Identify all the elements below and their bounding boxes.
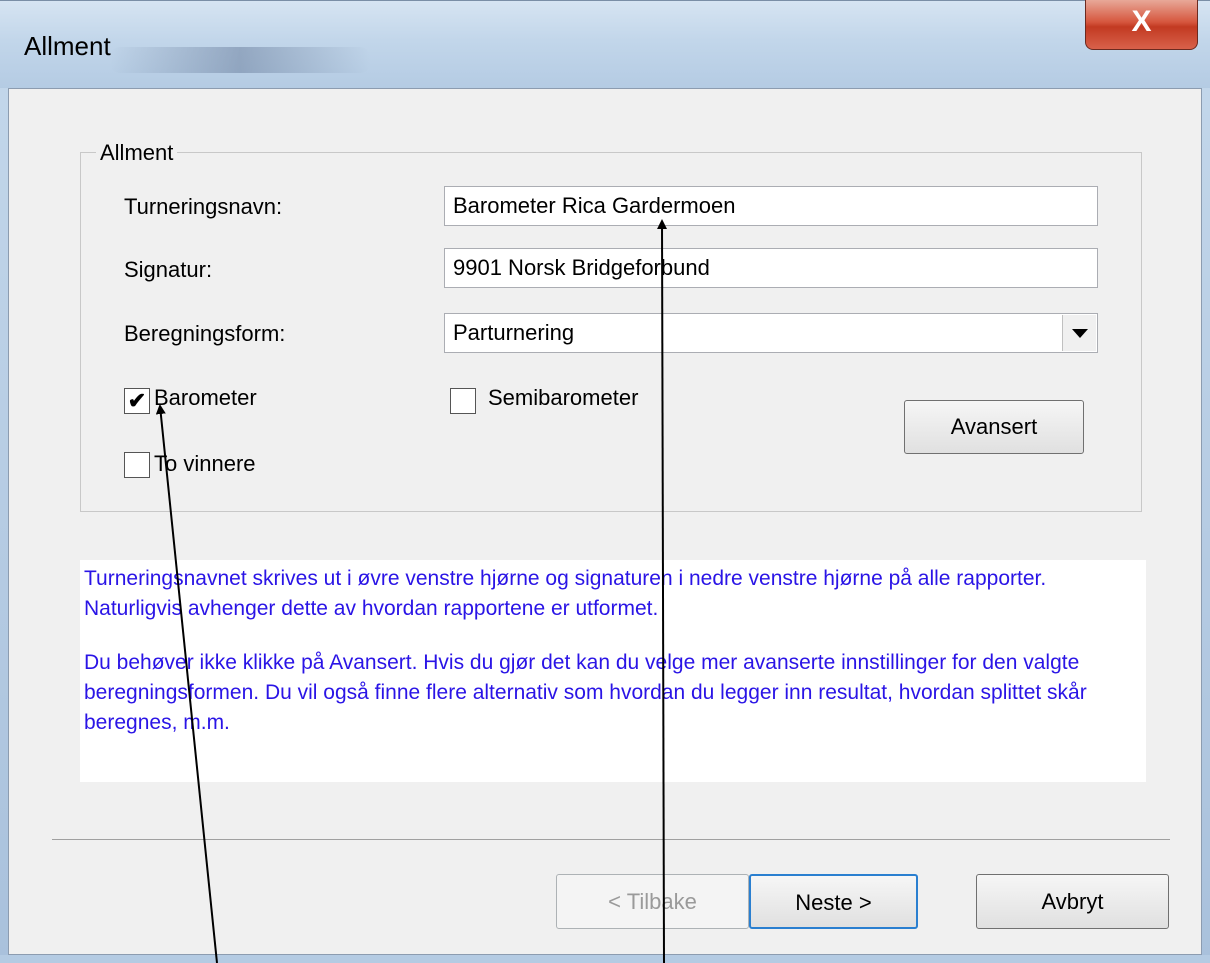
advanced-button[interactable]: Avansert: [904, 400, 1084, 454]
info-panel: Turneringsnavnet skrives ut i øvre venst…: [80, 560, 1146, 782]
signature-label: Signatur:: [124, 257, 213, 282]
barometer-checkbox[interactable]: ✔: [124, 388, 150, 414]
next-button[interactable]: Neste >: [749, 874, 918, 929]
barometer-label: Barometer: [154, 385, 257, 410]
window-title: Allment: [24, 31, 111, 61]
close-button[interactable]: X: [1085, 0, 1198, 50]
title-bar: Allment: [0, 0, 1210, 89]
two-winners-checkbox[interactable]: [124, 452, 150, 478]
calc-form-label: Beregningsform:: [124, 321, 286, 346]
semibarometer-checkbox[interactable]: [450, 388, 476, 414]
info-paragraph-2: Du behøver ikke klikke på Avansert. Hvis…: [84, 651, 1087, 734]
window-border-bottom: [0, 955, 1210, 963]
two-winners-label: To vinnere: [154, 451, 256, 476]
dialog-window: Allment X Allment Turneringsnavn: Barome…: [0, 0, 1210, 963]
calc-form-selected-value: Parturnering: [453, 320, 575, 345]
tournament-name-input[interactable]: Barometer Rica Gardermoen: [444, 186, 1098, 226]
window-border-right: [1202, 88, 1210, 963]
signature-input[interactable]: 9901 Norsk Bridgeforbund: [444, 248, 1098, 288]
info-paragraph-1: Turneringsnavnet skrives ut i øvre venst…: [84, 567, 1047, 620]
tournament-name-label: Turneringsnavn:: [124, 194, 283, 219]
calc-form-select[interactable]: Parturnering: [444, 313, 1098, 353]
footer-separator: [52, 839, 1170, 840]
title-bar-blur: [110, 47, 370, 73]
window-border-left: [0, 88, 8, 963]
cancel-button[interactable]: Avbryt: [976, 874, 1169, 929]
groupbox-legend: Allment: [96, 140, 178, 166]
chevron-down-icon[interactable]: [1062, 315, 1096, 351]
back-button[interactable]: < Tilbake: [556, 874, 749, 929]
semibarometer-label: Semibarometer: [488, 385, 639, 410]
